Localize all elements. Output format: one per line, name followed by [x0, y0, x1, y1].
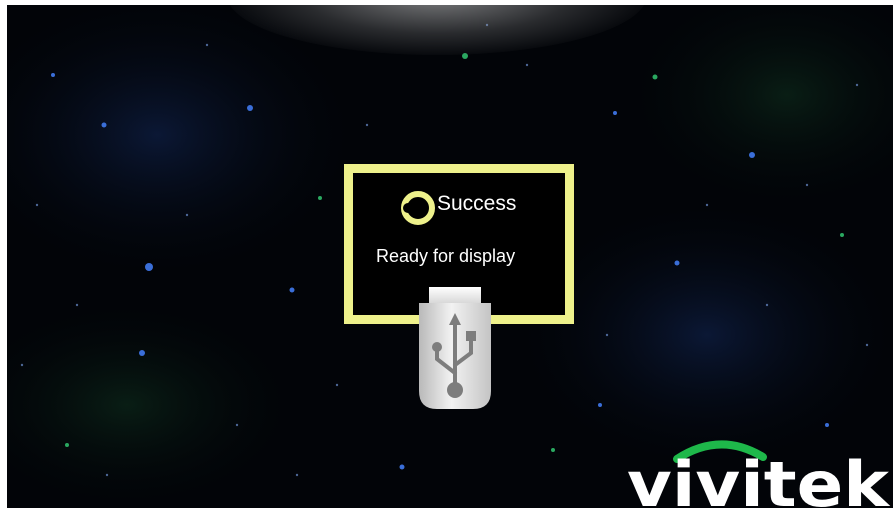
brand-logo-text: vivitek	[627, 448, 891, 508]
projector-screen: Success Ready for display vivitek	[7, 5, 893, 508]
circle-ring-icon	[401, 191, 435, 225]
status-title: Success	[437, 192, 517, 215]
vivitek-logo: vivitek	[627, 440, 891, 508]
usb-drive-icon	[419, 287, 491, 409]
status-message: Ready for display	[376, 246, 516, 266]
